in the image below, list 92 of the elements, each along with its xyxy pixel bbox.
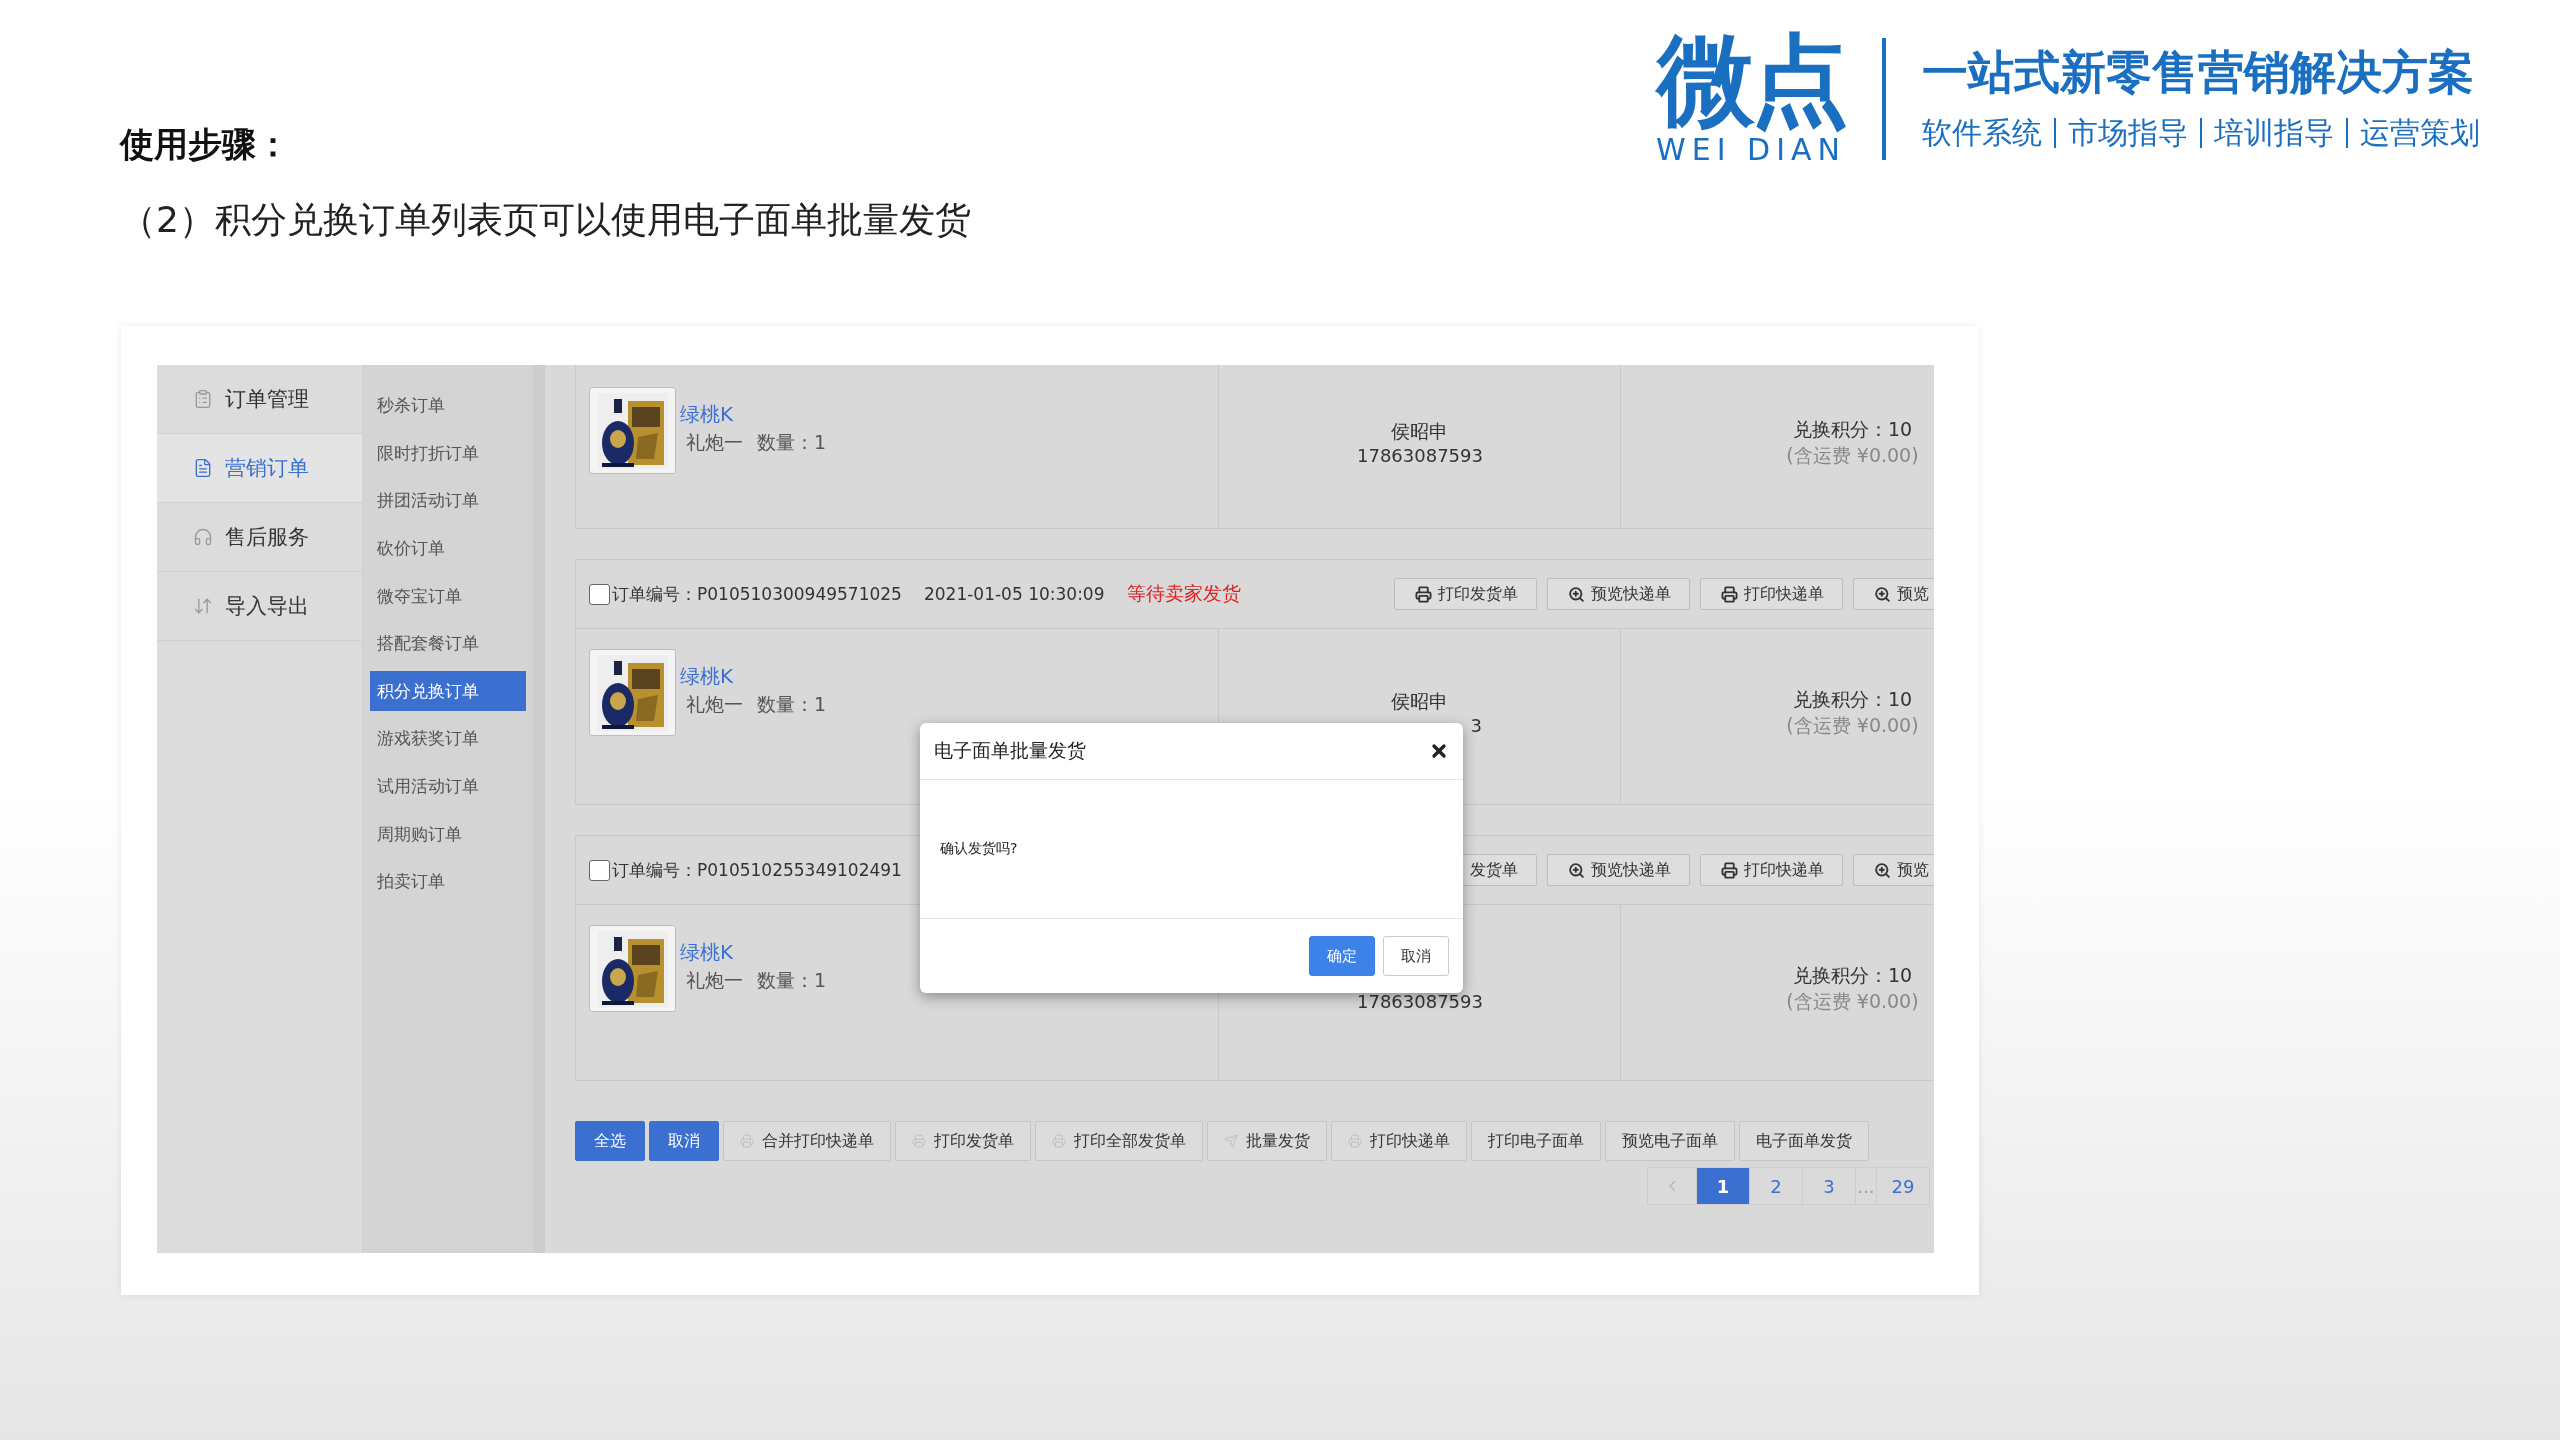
order-status: 等待卖家发货 [1126,581,1241,606]
service-label: 市场指导 [2054,118,2200,148]
sub-nav-item[interactable]: 试用活动订单 [370,766,526,807]
printer-icon [1721,585,1738,603]
points-amount: 兑换积分：10 [1792,416,1913,442]
batch-action-button[interactable]: 电子面单发货 [1739,1121,1869,1161]
sub-nav-item[interactable]: 积分兑换订单 [370,671,526,712]
sub-nav-item[interactable]: 砍价订单 [370,528,526,569]
service-label: 软件系统 [1922,118,2043,148]
magnifier-icon [1874,861,1891,879]
checkbox[interactable] [589,859,610,881]
order-action-button[interactable]: 预览快递单 [1547,578,1690,610]
receiver-phone: 17863087593 [1357,445,1482,466]
logo-wordmark: WEI DIAN [1656,132,1846,167]
product-quantity: 数量：1 [757,968,827,993]
shipping-fee: (含运费 ¥0.00) [1786,712,1919,738]
send-icon [1224,1134,1238,1148]
printer-icon [1052,1134,1066,1148]
order-action-button[interactable]: 预览 [1853,578,1934,610]
page-button[interactable]: 2 [1749,1167,1803,1205]
pagination-ellipsis: ... [1855,1167,1877,1205]
nav-item[interactable]: 营销订单 [157,434,362,503]
printer-icon [1415,585,1432,603]
transfer-icon [193,596,213,616]
order-action-button[interactable]: 预览 [1853,854,1934,886]
chevron-left-icon [1668,1180,1676,1192]
sub-nav-item[interactable]: 限时打折订单 [370,433,526,474]
step-heading: 使用步骤： [120,123,291,166]
order-action-button[interactable]: 打印发货单 [1394,578,1537,610]
tagline: 一站式新零售营销解决方案 [1922,44,2475,101]
batch-action-button[interactable]: 合并打印快递单 [723,1121,891,1161]
document-icon [193,458,213,478]
order-action-button[interactable]: 预览快递单 [1547,854,1690,886]
order-action-button[interactable]: 打印快递单 [1700,854,1843,886]
printer-icon [912,1134,926,1148]
product-spec: 礼炮一 [686,430,743,455]
dialog-title: 电子面单批量发货 [934,738,1086,763]
order-action-button[interactable]: 打印快递单 [1700,578,1843,610]
cancel-button[interactable]: 取消 [1383,936,1449,976]
step-description: （2）积分兑换订单列表页可以使用电子面单批量发货 [120,198,971,242]
product-quantity: 数量：1 [757,430,827,455]
sub-nav-item[interactable]: 拼团活动订单 [370,481,526,521]
points-amount: 兑换积分：10 [1792,962,1913,988]
magnifier-icon [1568,861,1585,879]
product-link[interactable]: 绿桃K [680,401,827,428]
points-amount: 兑换积分：10 [1792,686,1913,712]
checkbox[interactable] [589,583,610,605]
product-spec: 礼炮一 [686,692,743,717]
printer-icon [1721,861,1738,879]
page-button[interactable]: 3 [1802,1167,1856,1205]
batch-action-button[interactable]: 取消 [649,1121,719,1161]
product-link[interactable]: 绿桃K [680,939,827,966]
receiver-name: 侯昭申 [1391,689,1448,714]
page-button[interactable]: 29 [1876,1167,1930,1205]
service-label: 运营策划 [2346,118,2492,148]
printer-icon [1348,1134,1362,1148]
batch-action-button[interactable]: 打印快递单 [1331,1121,1467,1161]
sub-nav-item[interactable]: 秒杀订单 [370,385,526,426]
batch-action-button[interactable]: 打印发货单 [895,1121,1031,1161]
order-number: 订单编号：P010510255349102491 [612,858,902,882]
nav-item[interactable]: 售后服务 [157,503,362,572]
batch-action-button[interactable]: 全选 [575,1121,645,1161]
batch-action-button[interactable]: 预览电子面单 [1605,1121,1735,1161]
nav-item[interactable]: 导入导出 [157,572,362,641]
batch-action-button[interactable]: 打印电子面单 [1471,1121,1601,1161]
shipping-fee: (含运费 ¥0.00) [1786,442,1919,468]
product-spec: 礼炮一 [686,968,743,993]
batch-action-button[interactable]: 批量发货 [1207,1121,1327,1161]
sub-nav-item[interactable]: 微夺宝订单 [370,576,526,617]
dialog-message: 确认发货吗? [940,840,1018,858]
close-icon[interactable] [1429,741,1449,761]
receiver-phone: 3 [1469,715,1482,736]
receiver-phone: 17863087593 [1357,991,1482,1012]
batch-action-button[interactable]: 打印全部发货单 [1035,1121,1203,1161]
order-number: 订单编号：P010510300949571025 [612,582,902,606]
product-quantity: 数量：1 [757,692,827,717]
magnifier-icon [1568,585,1585,603]
confirm-button[interactable]: 确定 [1309,936,1375,976]
magnifier-icon [1874,585,1891,603]
printer-icon [740,1134,754,1148]
headset-icon [193,527,213,547]
sub-nav-item[interactable]: 周期购订单 [370,814,526,855]
order-date: 2021-01-05 10:30:09 [923,584,1105,604]
sub-nav-item[interactable]: 搭配套餐订单 [370,623,526,664]
shipping-fee: (含运费 ¥0.00) [1786,988,1919,1014]
product-link[interactable]: 绿桃K [680,663,827,690]
receiver-name: 侯昭申 [1391,419,1448,444]
sub-nav-item[interactable]: 游戏获奖订单 [370,718,526,759]
sub-nav-item[interactable]: 拍卖订单 [370,861,526,902]
page-button[interactable]: 1 [1696,1167,1750,1205]
list-icon [193,389,213,409]
service-label: 培训指导 [2200,118,2346,148]
